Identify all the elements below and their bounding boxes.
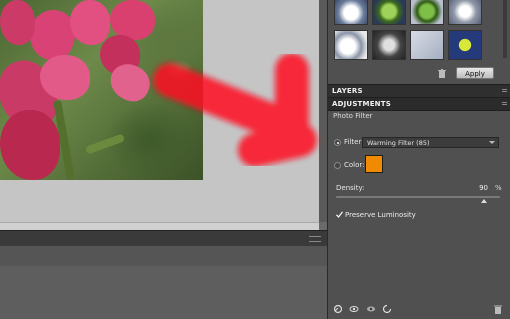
color-radio[interactable] [334, 162, 341, 169]
trash-icon[interactable] [438, 69, 446, 78]
filter-dropdown-value: Warming Filter (85) [367, 139, 430, 147]
horizontal-scrollbar[interactable] [0, 222, 319, 230]
density-value-input[interactable]: 90 [466, 184, 488, 193]
thumbnail-scrollbar[interactable] [503, 0, 507, 58]
effect-thumbnail[interactable] [448, 0, 482, 25]
project-bin-toolbar [0, 246, 327, 267]
panels-bin: Apply LAYERS ADJUSTMENTS Photo Filter Fi… [327, 0, 510, 319]
apply-button[interactable]: Apply [456, 67, 494, 79]
adjustments-title: ADJUSTMENTS [332, 100, 391, 108]
filter-label: Filter: [344, 138, 364, 146]
delete-icon[interactable] [493, 304, 503, 314]
chevron-down-icon [489, 141, 495, 144]
layers-title: LAYERS [332, 87, 363, 95]
preserve-luminosity-label: Preserve Luminosity [345, 211, 416, 219]
filter-radio[interactable] [334, 139, 341, 146]
apply-row: Apply [328, 64, 510, 82]
flower-photo [0, 0, 203, 180]
adjustment-section-title: Photo Filter [333, 112, 373, 120]
preserve-luminosity-checkbox[interactable] [336, 211, 343, 218]
layers-panel-header[interactable]: LAYERS [328, 84, 510, 98]
reset-icon[interactable] [382, 304, 392, 314]
filter-dropdown[interactable]: Warming Filter (85) [362, 137, 499, 148]
document-canvas[interactable] [0, 0, 327, 230]
effect-thumbnail[interactable] [334, 0, 368, 25]
effect-thumbnail[interactable] [372, 0, 406, 25]
panel-grip-icon[interactable] [502, 102, 507, 106]
visibility-icon[interactable] [366, 304, 376, 314]
grip-icon[interactable] [309, 236, 321, 242]
eye-icon[interactable] [349, 304, 359, 314]
effect-thumbnail[interactable] [372, 30, 406, 60]
effect-thumbnail[interactable] [410, 0, 444, 25]
color-swatch[interactable] [365, 155, 383, 173]
color-label: Color: [344, 161, 365, 169]
adjustments-panel-header[interactable]: ADJUSTMENTS [328, 97, 510, 111]
density-slider[interactable] [336, 196, 500, 198]
vertical-scrollbar[interactable] [319, 0, 327, 230]
density-slider-thumb[interactable] [480, 199, 487, 203]
panel-grip-icon[interactable] [502, 89, 507, 93]
clip-to-layer-icon[interactable] [333, 304, 343, 314]
density-unit: % [495, 184, 502, 192]
effect-thumbnail[interactable] [334, 30, 368, 60]
effect-thumbnail[interactable] [410, 30, 444, 60]
scroll-down-arrow-icon[interactable] [319, 222, 327, 230]
project-bin-header[interactable] [0, 230, 327, 247]
adjustment-panel-footer [328, 300, 510, 319]
project-bin-area [0, 266, 327, 319]
density-label: Density: [336, 184, 365, 192]
effect-thumbnail[interactable] [448, 30, 482, 60]
